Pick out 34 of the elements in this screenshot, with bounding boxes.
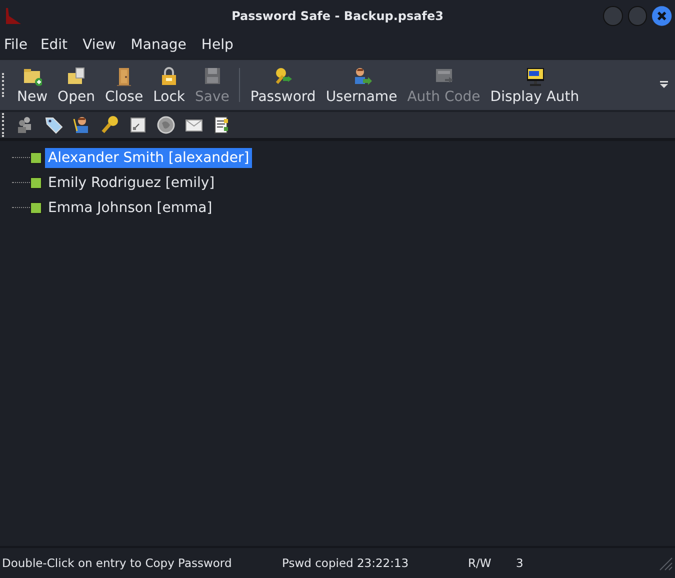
toolbar-button[interactable]: Username (320, 62, 402, 108)
status-message: Pswd copied 23:22:13 (282, 556, 410, 570)
entry-icon (30, 202, 42, 214)
status-hint: Double-Click on entry to Copy Password (2, 556, 233, 570)
folder-icon (66, 66, 86, 86)
monitor-icon (524, 66, 545, 86)
globe-icon[interactable] (156, 115, 176, 135)
menu-item[interactable]: File (0, 37, 32, 53)
status-mode: R/W (468, 556, 492, 570)
toolbar-button[interactable]: Display Auth (485, 62, 584, 108)
toolbar-button[interactable]: Lock (148, 62, 190, 108)
resize-grip-icon[interactable] (657, 555, 673, 571)
menu-item[interactable]: View (78, 37, 121, 53)
app-logo-icon (4, 7, 22, 25)
toolbar-button[interactable]: New (12, 62, 53, 108)
entry-icon (30, 152, 42, 164)
toolbar-button[interactable]: Password (245, 62, 321, 108)
overflow-icon[interactable] (659, 81, 669, 89)
key-icon (273, 66, 294, 86)
menu-item[interactable]: Help (196, 37, 238, 53)
close-icon[interactable] (652, 6, 672, 26)
window-icon[interactable] (128, 115, 148, 135)
window-title: Password Safe - Backup.psafe3 (230, 9, 444, 23)
tree-item[interactable]: Emily Rodriguez [emily] (45, 172, 218, 192)
tree-item[interactable]: Alexander Smith [alexander] (45, 148, 252, 168)
key-icon[interactable] (100, 115, 120, 135)
menu-item[interactable]: Manage (126, 37, 192, 53)
entry-icon (30, 176, 42, 188)
toolbar-button[interactable]: Open (52, 62, 100, 108)
tree-item[interactable]: Emma Johnson [emma] (45, 198, 216, 218)
tag-icon[interactable] (44, 115, 64, 135)
toolbar-button[interactable]: Close (100, 62, 148, 108)
menu-item[interactable]: Edit (35, 37, 73, 53)
status-count: 3 (516, 556, 524, 570)
